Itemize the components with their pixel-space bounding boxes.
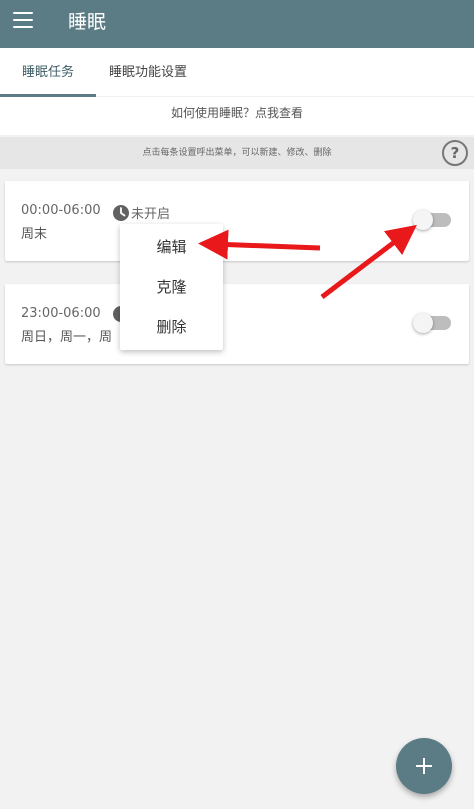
task-time: 00:00-06:00 (21, 203, 101, 218)
tab-sleep-settings[interactable]: 睡眠功能设置 (96, 48, 200, 96)
task-enable-toggle[interactable] (413, 313, 451, 333)
menu-item-edit[interactable]: 编辑 (120, 227, 223, 267)
sleep-task-card[interactable]: 23:00-06:00 周日，周一，周 (5, 284, 469, 364)
tab-bar: 睡眠任务 睡眠功能设置 (0, 48, 474, 96)
sleep-task-card[interactable]: 00:00-06:00 未开启 周末 (5, 181, 469, 261)
question-circle-icon[interactable]: ? (442, 140, 468, 166)
tab-sleep-tasks[interactable]: 睡眠任务 (0, 48, 96, 96)
clock-icon (113, 205, 129, 221)
task-status: 未开启 (113, 203, 170, 222)
context-menu: 编辑 克隆 删除 (120, 224, 223, 350)
task-status-text: 未开启 (131, 207, 171, 222)
task-time: 23:00-06:00 (21, 306, 101, 321)
app-bar: 睡眠 (0, 0, 474, 48)
task-enable-toggle[interactable] (413, 210, 451, 230)
add-task-button[interactable] (396, 738, 452, 794)
task-days: 周日，周一，周 (21, 330, 113, 345)
toggle-thumb (413, 313, 433, 333)
task-days: 周末 (21, 227, 48, 242)
page-title: 睡眠 (68, 11, 107, 33)
menu-item-clone[interactable]: 克隆 (120, 267, 223, 307)
how-to-use-link[interactable]: 如何使用睡眠？点我查看 (0, 97, 474, 135)
hint-bar: 点击每条设置呼出菜单，可以新建、修改、删除 (0, 137, 474, 169)
hamburger-menu-icon[interactable] (13, 12, 35, 30)
toggle-thumb (413, 210, 433, 230)
menu-item-delete[interactable]: 删除 (120, 307, 223, 347)
